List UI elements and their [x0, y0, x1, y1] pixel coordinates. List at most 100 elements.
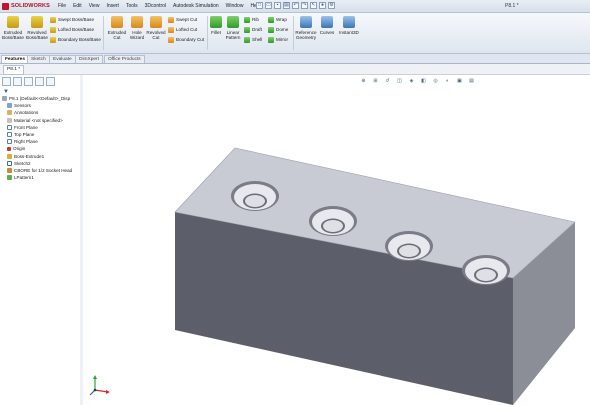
- swept-cut-button[interactable]: Swept Cut: [168, 16, 197, 23]
- revolved-boss-button[interactable]: Revolved Boss/Base: [26, 16, 48, 40]
- plane-icon: [7, 132, 12, 138]
- undo-icon[interactable]: ↶: [292, 2, 299, 9]
- save-icon[interactable]: ▪: [274, 2, 281, 9]
- feature-tree-tab-icon[interactable]: [2, 77, 11, 86]
- rebuild-icon[interactable]: ●: [319, 2, 326, 9]
- tree-item-sensors[interactable]: Sensors: [2, 102, 80, 109]
- swept-boss-icon: [50, 16, 56, 23]
- linear-pattern-button[interactable]: Linear Pattern: [223, 16, 243, 40]
- print-icon[interactable]: ▤: [283, 2, 290, 9]
- revolved-cut-button[interactable]: Revolved Cut: [146, 16, 166, 40]
- feature-manager-panel: ▼ P8.1 (Default<<Default>_Disp Sensors A…: [0, 75, 81, 405]
- fillet-button[interactable]: Fillet: [209, 16, 223, 35]
- menu-view[interactable]: View: [89, 2, 100, 10]
- tree-item-top-plane[interactable]: Top Plane: [2, 131, 80, 138]
- menu-window[interactable]: Window: [226, 2, 244, 10]
- property-manager-tab-icon[interactable]: [13, 77, 22, 86]
- document-tab[interactable]: P8.1 *: [3, 65, 25, 75]
- dome-icon: [268, 26, 274, 33]
- lofted-cut-label: Lofted Cut: [176, 27, 198, 32]
- origin-icon: [7, 146, 11, 151]
- graphics-area[interactable]: [83, 75, 590, 405]
- draft-label: Draft: [252, 27, 262, 32]
- material-icon: [7, 117, 12, 123]
- tree-item-label: CBORE for 1/2 Socket Head: [14, 167, 73, 173]
- boundary-boss-button[interactable]: Boundary Boss/Base: [50, 36, 101, 43]
- menu-autodesk-simulation[interactable]: Autodesk Simulation: [173, 2, 219, 10]
- extrude-icon: [7, 153, 12, 159]
- reference-geometry-label: Reference Geometry: [295, 30, 317, 40]
- menu-file[interactable]: File: [58, 2, 66, 10]
- tab-sketch[interactable]: Sketch: [27, 55, 50, 63]
- counterbore-hole: [231, 181, 279, 211]
- boundary-cut-button[interactable]: Boundary Cut: [168, 36, 204, 43]
- tree-item-label: Annotations: [14, 110, 39, 116]
- tree-item-sketch2[interactable]: Sketch2: [2, 160, 80, 167]
- extruded-boss-label: Extruded Boss/Base: [2, 30, 24, 40]
- tree-item-label: Material <not specified>: [14, 117, 63, 123]
- menu-bar: File Edit View Insert Tools 3Dcontrol Au…: [58, 2, 268, 10]
- tab-evaluate[interactable]: Evaluate: [49, 55, 76, 63]
- tab-office-products[interactable]: Office Products: [104, 55, 145, 63]
- tree-item-label: Right Plane: [14, 139, 38, 145]
- menu-edit[interactable]: Edit: [73, 2, 82, 10]
- dome-button[interactable]: Dome: [268, 26, 288, 33]
- menu-tools[interactable]: Tools: [126, 2, 138, 10]
- tree-item-label: Front Plane: [14, 124, 38, 130]
- tree-item-material[interactable]: Material <not specified>: [2, 117, 80, 124]
- redo-icon[interactable]: ↷: [301, 2, 308, 9]
- hole-wizard-button[interactable]: Hole Wizard: [128, 16, 146, 40]
- wrap-label: Wrap: [276, 17, 287, 22]
- options-icon[interactable]: ⚙: [328, 2, 335, 9]
- lofted-cut-button[interactable]: Lofted Cut: [168, 26, 197, 33]
- wrap-icon: [268, 16, 274, 23]
- command-tabs: Features Sketch Evaluate DimXpert Office…: [0, 54, 590, 64]
- dimxpert-manager-tab-icon[interactable]: [35, 77, 44, 86]
- separator: [207, 16, 208, 50]
- counterbore-hole: [309, 206, 357, 236]
- shell-button[interactable]: Shell: [244, 36, 262, 43]
- tree-item-origin[interactable]: Origin: [2, 145, 80, 152]
- shell-icon: [244, 36, 250, 43]
- tree-item-cbore[interactable]: CBORE for 1/2 Socket Head: [2, 167, 80, 174]
- open-icon[interactable]: ▭: [265, 2, 272, 9]
- mirror-button[interactable]: Mirror: [268, 36, 288, 43]
- tree-root[interactable]: P8.1 (Default<<Default>_Disp: [2, 95, 80, 102]
- solidworks-logo[interactable]: SOLIDWORKS: [2, 2, 50, 10]
- boundary-cut-icon: [168, 36, 174, 43]
- tree-item-boss-extrude1[interactable]: Boss-Extrude1: [2, 153, 80, 160]
- boundary-cut-label: Boundary Cut: [176, 37, 205, 42]
- solidworks-logo-icon: [2, 2, 9, 10]
- separator: [103, 16, 104, 50]
- lofted-boss-button[interactable]: Lofted Boss/Base: [50, 26, 94, 33]
- configuration-manager-tab-icon[interactable]: [24, 77, 33, 86]
- tree-item-lpattern1[interactable]: LPattern1: [2, 174, 80, 181]
- lofted-cut-icon: [168, 26, 174, 33]
- boundary-boss-icon: [50, 36, 56, 43]
- select-icon[interactable]: ↖: [310, 2, 317, 9]
- swept-boss-button[interactable]: Swept Boss/Base: [50, 16, 94, 23]
- tree-root-label: P8.1 (Default<<Default>_Disp: [9, 96, 71, 102]
- reference-geometry-button[interactable]: Reference Geometry: [294, 16, 318, 40]
- tree-item-front-plane[interactable]: Front Plane: [2, 124, 80, 131]
- instant3d-icon: [343, 16, 355, 28]
- appearance-manager-tab-icon[interactable]: [46, 77, 55, 86]
- menu-3dcontrol[interactable]: 3Dcontrol: [145, 2, 166, 10]
- wrap-button[interactable]: Wrap: [268, 16, 287, 23]
- extruded-boss-button[interactable]: Extruded Boss/Base: [2, 16, 24, 40]
- new-icon[interactable]: □: [256, 2, 263, 9]
- tab-features[interactable]: Features: [1, 55, 29, 63]
- tree-item-right-plane[interactable]: Right Plane: [2, 138, 80, 145]
- counterbore-hole: [462, 255, 510, 285]
- instant3d-button[interactable]: Instant3D: [337, 16, 361, 35]
- rib-button[interactable]: Rib: [244, 16, 259, 23]
- tab-dimxpert[interactable]: DimXpert: [75, 55, 103, 63]
- tree-item-annotations[interactable]: Annotations: [2, 109, 80, 116]
- annotations-icon: [7, 110, 12, 116]
- extruded-cut-label: Extruded Cut: [107, 30, 127, 40]
- curves-button[interactable]: Curves: [318, 16, 336, 35]
- menu-insert[interactable]: Insert: [106, 2, 119, 10]
- extruded-cut-button[interactable]: Extruded Cut: [106, 16, 128, 40]
- draft-button[interactable]: Draft: [244, 26, 262, 33]
- hole-wizard-icon: [131, 16, 143, 28]
